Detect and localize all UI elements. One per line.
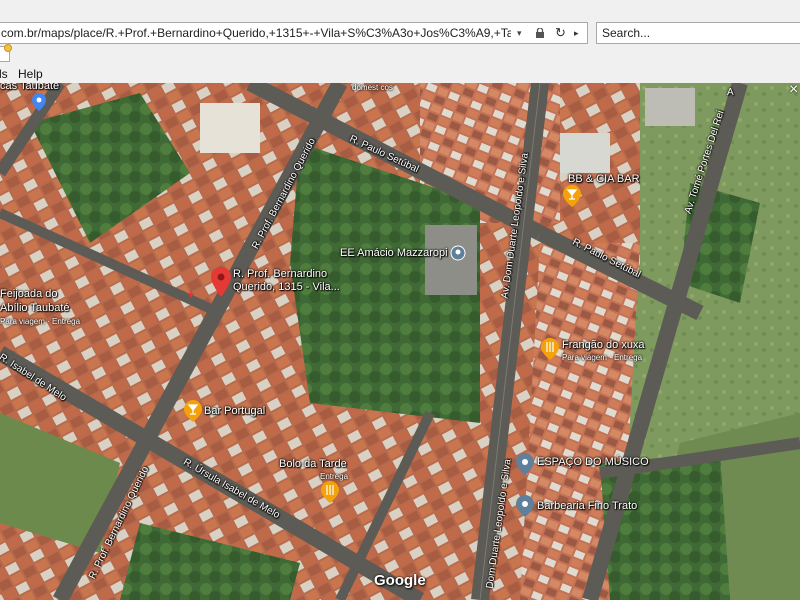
lock-icon bbox=[536, 28, 544, 38]
go-arrow-icon[interactable]: ▸ bbox=[574, 23, 579, 43]
chevron-down-icon[interactable]: ▾ bbox=[517, 23, 531, 43]
menu-help[interactable]: Help bbox=[18, 67, 43, 81]
food-pin-icon[interactable] bbox=[541, 338, 559, 360]
place-label-bar-portugal[interactable]: Bar Portugal bbox=[204, 405, 265, 417]
place-label-partial[interactable]: cas Taubaté bbox=[0, 83, 59, 92]
food-pin-icon[interactable] bbox=[321, 481, 339, 503]
place-label-school[interactable]: EE Amácio Mazzaropi bbox=[340, 247, 448, 259]
place-label-frangao[interactable]: Frangão do xuxa bbox=[562, 339, 645, 351]
selected-place-subtitle[interactable]: Querido, 1315 - Vila... bbox=[233, 281, 340, 293]
place-label-feijoada[interactable]: Feijoada do bbox=[0, 288, 58, 300]
selected-place-title[interactable]: R. Prof. Bernardino bbox=[233, 268, 327, 280]
place-sublabel-frangao: Para viagem · Entrega bbox=[562, 353, 643, 362]
shop-pin-icon[interactable] bbox=[516, 495, 534, 517]
search-input[interactable]: Search... bbox=[596, 22, 800, 44]
address-bar-url[interactable]: com.br/maps/place/R.+Prof.+Bernardino+Qu… bbox=[1, 23, 511, 43]
crosshair-icon: + bbox=[187, 286, 195, 301]
bar-pin-icon[interactable] bbox=[184, 400, 202, 422]
place-label-bb-cia-bar[interactable]: BB & CIA BAR bbox=[568, 173, 640, 185]
browser-chrome: com.br/maps/place/R.+Prof.+Bernardino+Qu… bbox=[0, 0, 800, 84]
transit-pin-icon[interactable] bbox=[32, 93, 46, 111]
place-label-partial-top: domest cos bbox=[352, 83, 393, 92]
shop-pin-icon[interactable] bbox=[516, 453, 534, 475]
school-icon[interactable] bbox=[450, 245, 466, 261]
close-icon[interactable]: × bbox=[789, 83, 798, 99]
place-label-bolo-da-tarde[interactable]: Bolo da Tarde bbox=[279, 458, 347, 470]
road-label: A bbox=[727, 87, 734, 98]
refresh-icon[interactable]: ↻ bbox=[555, 23, 566, 43]
location-pin-icon[interactable] bbox=[211, 267, 231, 297]
place-label-espaco-do-musico[interactable]: ESPAÇO DO MÚSICO bbox=[537, 456, 649, 468]
place-label-feijoada-line2[interactable]: Abílio Taubaté bbox=[0, 302, 70, 314]
place-sublabel-feijoada: Para viagem · Entrega bbox=[0, 317, 81, 326]
new-tab-icon[interactable] bbox=[0, 44, 12, 62]
place-sublabel-bolo-da-tarde: Entrega bbox=[320, 472, 349, 481]
satellite-map[interactable]: R. Paulo Setúbal R. Paulo Setúbal R. Pro… bbox=[0, 83, 800, 600]
google-attribution: Google bbox=[374, 572, 426, 589]
menu-tools[interactable]: ls bbox=[0, 67, 8, 81]
place-label-barbearia[interactable]: Barbearia Fino Trato bbox=[537, 500, 637, 512]
address-bar[interactable]: com.br/maps/place/R.+Prof.+Bernardino+Qu… bbox=[0, 22, 588, 44]
menu-bar: ls Help bbox=[0, 66, 800, 83]
bar-pin-icon[interactable] bbox=[563, 185, 581, 207]
tab-row bbox=[0, 44, 800, 65]
